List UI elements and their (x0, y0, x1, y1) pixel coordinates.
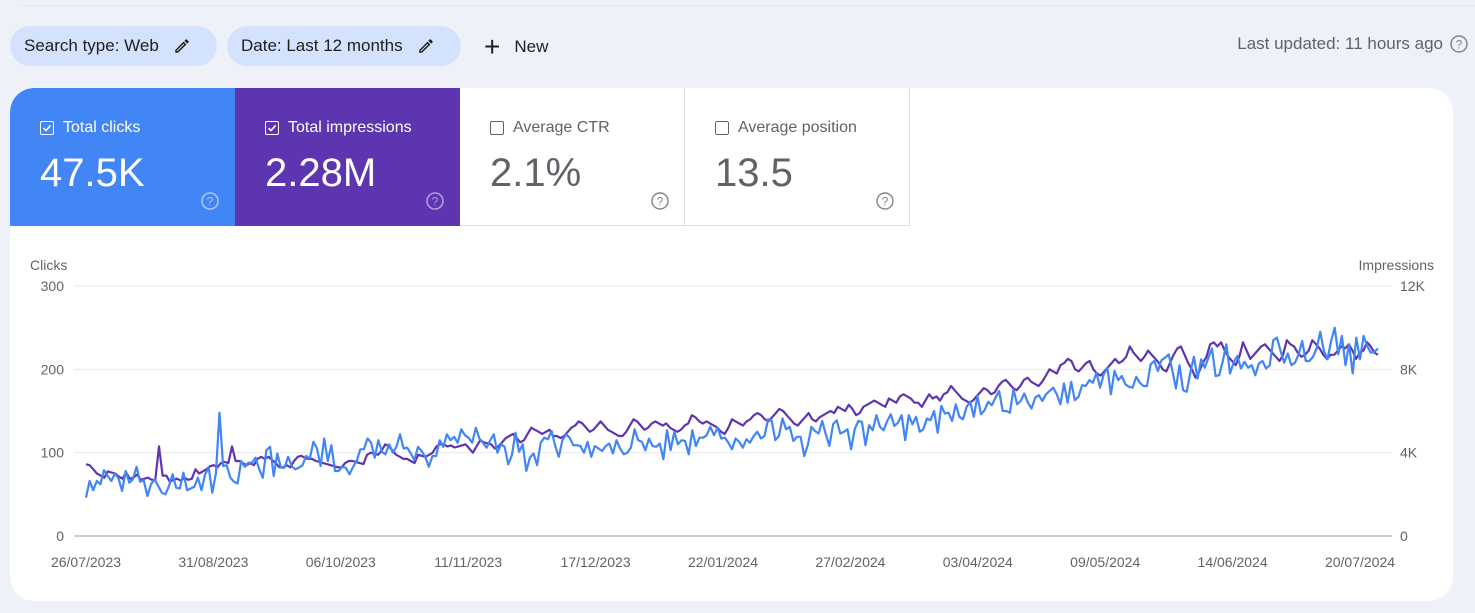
y-left-tick-label: 0 (56, 528, 64, 544)
right-axis-title: Impressions (1359, 257, 1434, 273)
x-tick-label: 06/10/2023 (306, 554, 376, 570)
x-tick-label: 31/08/2023 (178, 554, 248, 570)
x-tick-label: 03/04/2024 (943, 554, 1013, 570)
y-right-tick-label: 4K (1400, 445, 1418, 461)
y-right-tick-label: 0 (1400, 528, 1408, 544)
x-tick-label: 20/07/2024 (1325, 554, 1395, 570)
x-tick-label: 11/11/2023 (434, 554, 502, 570)
y-right-tick-label: 8K (1400, 361, 1418, 377)
x-tick-label: 09/05/2024 (1070, 554, 1140, 570)
y-left-tick-label: 100 (41, 445, 65, 461)
x-tick-label: 14/06/2024 (1198, 554, 1268, 570)
x-tick-label: 26/07/2023 (51, 554, 121, 570)
x-tick-label: 17/12/2023 (561, 554, 631, 570)
y-left-tick-label: 300 (41, 278, 65, 294)
y-right-tick-label: 12K (1400, 278, 1426, 294)
x-tick-label: 22/01/2024 (688, 554, 758, 570)
x-tick-label: 27/02/2024 (815, 554, 885, 570)
left-axis-title: Clicks (30, 257, 67, 273)
y-left-tick-label: 200 (41, 361, 65, 377)
performance-chart[interactable]: Clicks Impressions 0 100 200 300 0 4K 8K 12K 2… (0, 0, 1475, 613)
